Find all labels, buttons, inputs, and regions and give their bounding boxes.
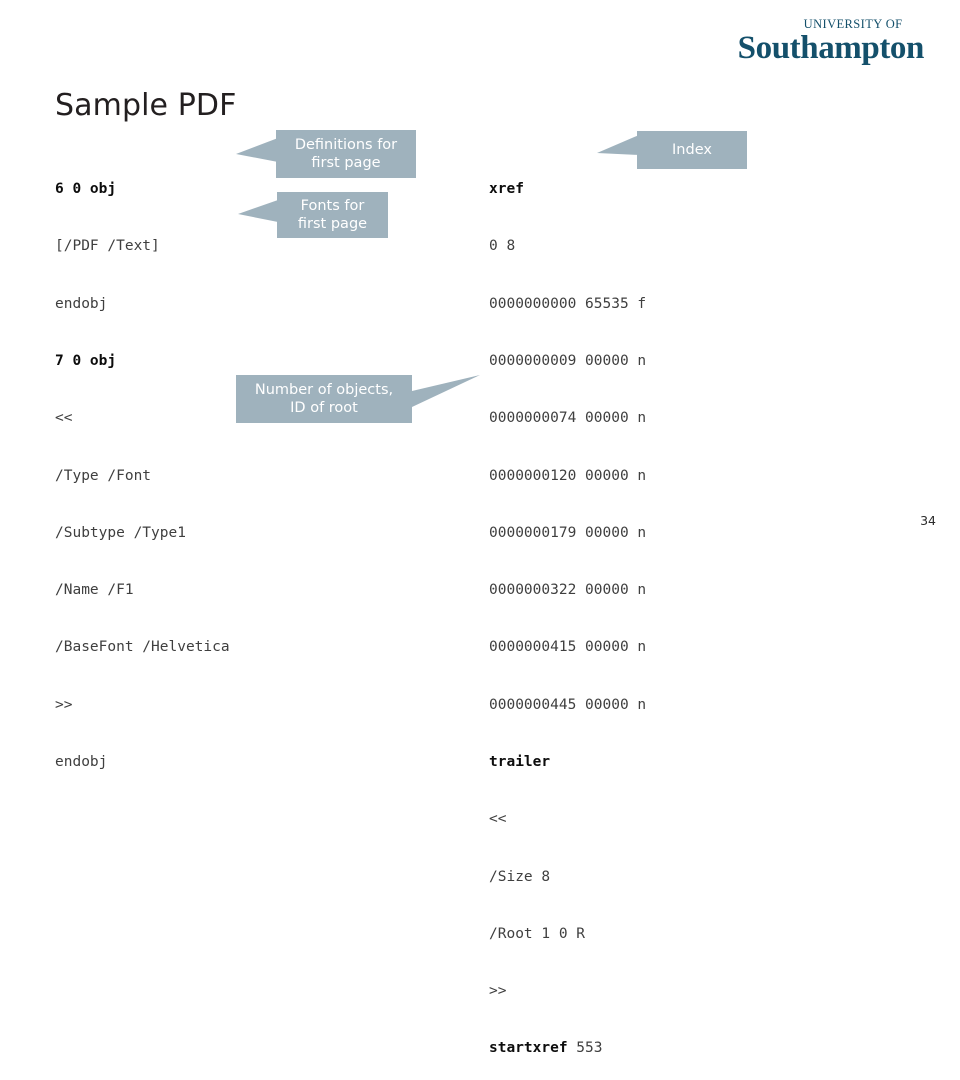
code-line: endobj <box>55 295 108 312</box>
code-line: endobj <box>55 754 108 770</box>
code-line: 7 0 obj <box>55 353 117 370</box>
code-line: >> <box>489 983 507 1000</box>
code-line: 0 8 <box>489 238 516 255</box>
pdf-code-block-right: xref 0 8 0000000000 65535 f 0000000009 0… <box>489 142 646 1080</box>
callout-index: Index <box>637 131 747 169</box>
code-line: 0000000120 00000 n <box>489 467 647 484</box>
pdf-code-block-left: 6 0 obj [/PDF /Text] endobj 7 0 obj << /… <box>55 142 230 810</box>
callout-text: Index <box>645 141 739 159</box>
code-line-startxref: startxref 553 <box>489 1039 646 1058</box>
page-number: 34 <box>920 513 936 528</box>
code-token-startxref-offset: 553 <box>567 1040 603 1057</box>
code-line: 0000000415 00000 n <box>489 639 647 656</box>
callout-line-1: Index <box>672 142 712 158</box>
logo-line-university-of: UNIVERSITY OF <box>803 17 903 31</box>
code-line: [/PDF /Text] <box>55 238 160 255</box>
callout-tail-number-of-objects <box>412 375 480 407</box>
callout-definitions-for-first-page: Definitions for first page <box>276 130 416 178</box>
callout-fonts-for-first-page: Fonts for first page <box>277 192 388 238</box>
callout-line-1: Definitions for <box>294 137 398 153</box>
callout-tail-fonts <box>238 200 278 222</box>
callout-text: Definitions for first page <box>284 136 408 172</box>
code-line: 0000000009 00000 n <box>489 353 647 370</box>
callout-line-2: ID of root <box>290 400 358 416</box>
callout-line-1: Fonts for <box>300 198 365 214</box>
code-line: 0000000074 00000 n <box>489 410 647 427</box>
code-line: >> <box>55 696 73 713</box>
code-line: /Root 1 0 R <box>489 925 586 942</box>
callout-line-2: first page <box>311 155 381 171</box>
code-line: /Name /F1 <box>55 582 134 599</box>
code-line: << <box>489 811 507 828</box>
code-line: 0000000322 00000 n <box>489 582 647 599</box>
university-of-southampton-logo: UNIVERSITY OF Southampton <box>737 17 925 66</box>
code-line: 0000000179 00000 n <box>489 524 647 541</box>
code-line: 6 0 obj <box>55 181 117 198</box>
callout-line-1: Number of objects, <box>254 382 394 398</box>
code-line: xref <box>489 181 524 198</box>
code-line: /Type /Font <box>55 467 152 484</box>
code-line: /Size 8 <box>489 868 551 885</box>
slide-canvas: UNIVERSITY OF Southampton Sample PDF 6 0… <box>0 0 960 1056</box>
logo-line-southampton: Southampton <box>737 29 925 66</box>
code-line: /Subtype /Type1 <box>55 524 186 541</box>
page-title: Sample PDF <box>55 88 237 123</box>
callout-text: Fonts for first page <box>285 197 380 233</box>
callout-text: Number of objects, ID of root <box>244 381 404 417</box>
code-line: 0000000000 65535 f <box>489 295 647 312</box>
code-line: 0000000445 00000 n <box>489 696 647 713</box>
code-line: << <box>55 410 73 427</box>
code-line: trailer <box>489 754 551 770</box>
callout-line-2: first page <box>297 216 368 232</box>
callout-number-of-objects-id-of-root: Number of objects, ID of root <box>236 375 412 423</box>
code-line: /BaseFont /Helvetica <box>55 639 230 656</box>
code-token-startxref: startxref <box>489 1040 568 1057</box>
